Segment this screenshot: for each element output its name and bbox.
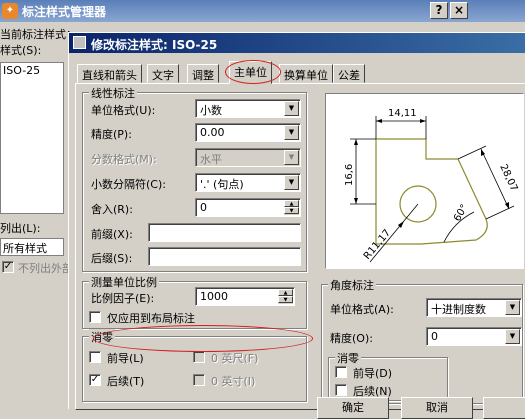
angular-zero-suppression-group: 消零 前导(D) 后续(N) bbox=[328, 350, 448, 401]
list-label: 列出(L): bbox=[0, 222, 41, 235]
dim-angle-text: 60° bbox=[452, 203, 470, 224]
exclude-xref-label: 不列出外部 bbox=[18, 262, 73, 275]
style-list[interactable]: ISO-25 bbox=[0, 62, 64, 214]
layout-only-label: 仅应用到布局标注 bbox=[107, 312, 195, 325]
parent-title: 标注样式管理器 bbox=[22, 5, 107, 19]
angular-leading-label: 前导(D) bbox=[353, 367, 393, 380]
dim-left-text: 16,6 bbox=[344, 164, 355, 186]
tab-alternate-units[interactable]: 换算单位 bbox=[279, 64, 333, 83]
scale-factor-spinner[interactable]: 1000 ▲ ▼ bbox=[195, 287, 295, 306]
list-select[interactable]: 所有样式 bbox=[0, 238, 64, 256]
precision-select[interactable]: 0.00 ▼ bbox=[195, 123, 301, 142]
dim-radius-text: R11,17 bbox=[362, 228, 393, 262]
dim-top-text: 14,11 bbox=[388, 108, 417, 119]
current-style-label: 当前标注样式： bbox=[0, 28, 77, 41]
feet-zero-label: 0 英尺(F) bbox=[211, 352, 259, 365]
modify-dimstyle-dialog: 修改标注样式: ISO-25 直线和箭头 文字 调整 主单位 换算单位 公差 线… bbox=[68, 32, 525, 419]
trailing-zero-label: 后续(T) bbox=[107, 375, 145, 388]
linear-group-title: 线性标注 bbox=[89, 85, 137, 101]
measurement-scale-group: 测量单位比例 比例因子(E): 1000 ▲ ▼ 仅应用到布局标注 bbox=[82, 274, 307, 329]
app-icon: ✦ bbox=[2, 3, 18, 19]
parent-titlebar: ✦ 标注样式管理器 ? × bbox=[0, 0, 525, 22]
spin-up-icon[interactable]: ▲ bbox=[278, 289, 293, 296]
precision-label: 精度(P): bbox=[91, 128, 132, 141]
chevron-down-icon[interactable]: ▼ bbox=[505, 300, 520, 315]
angular-zero-group-title: 消零 bbox=[335, 350, 361, 366]
chevron-down-icon[interactable]: ▼ bbox=[284, 125, 299, 140]
fraction-format-select[interactable]: 水平 ▼ bbox=[195, 148, 301, 167]
dialog-icon bbox=[73, 36, 86, 49]
angular-unit-format-select[interactable]: 十进制度数 ▼ bbox=[426, 298, 522, 317]
dialog-titlebar: 修改标注样式: ISO-25 bbox=[69, 33, 525, 53]
spinner-arrows[interactable]: ▲ ▼ bbox=[284, 200, 299, 215]
tab-fit[interactable]: 调整 bbox=[187, 64, 219, 83]
parent-left-panel: 当前标注样式： 样式(S): ISO-25 列出(L): 所有样式 ✓ 不列出外… bbox=[0, 22, 77, 409]
dimension-preview: 14,11 16,6 28,07 60° R11,17 bbox=[325, 93, 524, 269]
trailing-zero-checkbox[interactable]: ✓ bbox=[89, 374, 101, 386]
spin-up-icon[interactable]: ▲ bbox=[284, 200, 299, 207]
suffix-label: 后缀(S): bbox=[91, 252, 133, 265]
dialog-title: 修改标注样式: ISO-25 bbox=[91, 38, 218, 52]
spin-down-icon[interactable]: ▼ bbox=[284, 207, 299, 214]
angular-unit-format-label: 单位格式(A): bbox=[330, 303, 394, 316]
zero-suppression-group: 消零 前导(L) ✓ 后续(T) 0 英尺(F) 0 英寸(I) bbox=[82, 329, 307, 402]
angular-dimensions-group: 角度标注 单位格式(A): 十进制度数 ▼ 精度(O): 0 ▼ 消零 前导(D… bbox=[321, 277, 523, 404]
scale-group-title: 测量单位比例 bbox=[89, 274, 159, 290]
round-off-spinner[interactable]: 0 ▲ ▼ bbox=[195, 198, 301, 217]
style-list-item[interactable]: ISO-25 bbox=[1, 63, 63, 78]
scale-factor-label: 比例因子(E): bbox=[91, 292, 155, 305]
layout-only-checkbox[interactable] bbox=[89, 311, 101, 323]
suffix-input[interactable] bbox=[148, 247, 301, 266]
unit-format-select[interactable]: 小数 ▼ bbox=[195, 99, 301, 118]
chevron-down-icon[interactable]: ▼ bbox=[505, 329, 520, 344]
tab-text[interactable]: 文字 bbox=[147, 64, 179, 83]
decimal-separator-label: 小数分隔符(C): bbox=[91, 178, 166, 191]
chevron-down-icon[interactable]: ▼ bbox=[284, 101, 299, 116]
tab-primary-units[interactable]: 主单位 bbox=[229, 61, 272, 84]
help-button[interactable]: ? bbox=[430, 2, 448, 19]
tab-tolerances[interactable]: 公差 bbox=[333, 64, 365, 83]
angular-precision-select[interactable]: 0 ▼ bbox=[426, 327, 522, 346]
tab-panel: 线性标注 单位格式(U): 小数 ▼ 精度(P): 0.00 ▼ 分数格式(M)… bbox=[75, 83, 525, 410]
prefix-label: 前缀(X): bbox=[91, 228, 133, 241]
styles-label: 样式(S): bbox=[0, 44, 42, 57]
unit-format-label: 单位格式(U): bbox=[91, 104, 156, 117]
spinner-arrows[interactable]: ▲ ▼ bbox=[278, 289, 293, 304]
linear-dimensions-group: 线性标注 单位格式(U): 小数 ▼ 精度(P): 0.00 ▼ 分数格式(M)… bbox=[82, 85, 307, 272]
angular-leading-checkbox[interactable] bbox=[335, 366, 347, 378]
leading-zero-checkbox[interactable] bbox=[89, 351, 101, 363]
tab-lines-arrows[interactable]: 直线和箭头 bbox=[77, 64, 142, 83]
prefix-input[interactable] bbox=[148, 223, 301, 242]
feet-zero-checkbox[interactable] bbox=[193, 351, 205, 363]
cancel-button[interactable]: 取消 bbox=[401, 397, 473, 419]
inches-zero-label: 0 英寸(I) bbox=[211, 375, 256, 388]
chevron-down-icon[interactable]: ▼ bbox=[284, 175, 299, 190]
fraction-format-label: 分数格式(M): bbox=[91, 153, 157, 166]
angular-trailing-checkbox[interactable] bbox=[335, 384, 347, 396]
ok-button[interactable]: 确定 bbox=[317, 397, 389, 419]
decimal-separator-select[interactable]: '.' (句点) ▼ bbox=[195, 173, 301, 192]
spin-down-icon[interactable]: ▼ bbox=[278, 296, 293, 303]
dim-right-text: 28,07 bbox=[497, 163, 519, 194]
angular-precision-label: 精度(O): bbox=[330, 332, 373, 345]
exclude-xref-checkbox[interactable]: ✓ bbox=[2, 261, 14, 273]
preview-drawing: 14,11 16,6 28,07 60° R11,17 bbox=[344, 108, 519, 263]
round-off-label: 舍入(R): bbox=[91, 203, 133, 216]
angular-group-title: 角度标注 bbox=[328, 277, 376, 293]
help-dialog-button[interactable] bbox=[483, 397, 525, 419]
zero-group-title: 消零 bbox=[89, 329, 115, 345]
inches-zero-checkbox[interactable] bbox=[193, 374, 205, 386]
close-button[interactable]: × bbox=[450, 2, 468, 19]
chevron-down-icon[interactable]: ▼ bbox=[284, 150, 299, 165]
leading-zero-label: 前导(L) bbox=[107, 352, 144, 365]
